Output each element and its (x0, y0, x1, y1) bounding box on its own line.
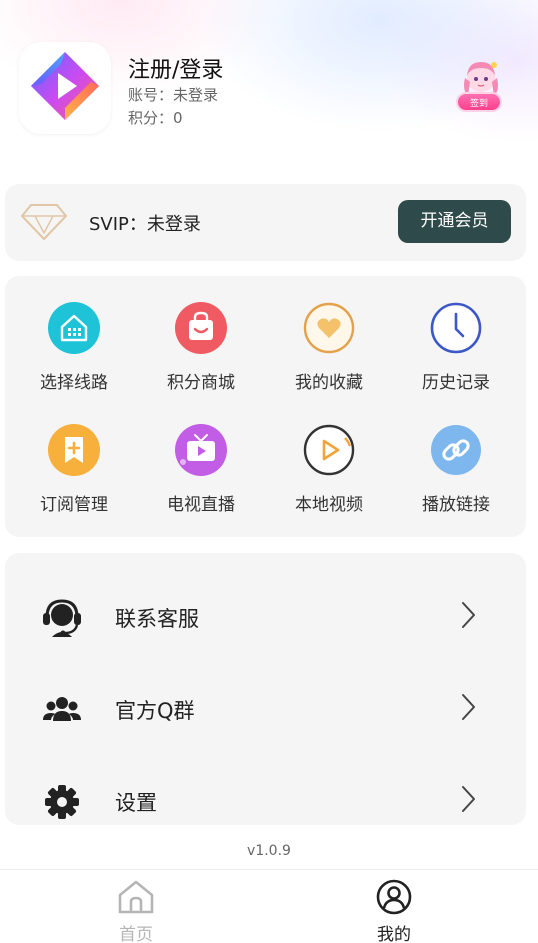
app-logo (19, 42, 111, 134)
select-route-icon (48, 302, 100, 354)
feature-label: 我的收藏 (295, 373, 363, 393)
feature-play-link[interactable]: 播放链接 (390, 424, 520, 534)
feature-grid: 选择线路 积分商城 我的收藏 历史记录 订阅管理 电视直播 本地视频 播放链接 (5, 276, 526, 537)
feature-history[interactable]: 历史记录 (390, 302, 520, 412)
feature-select-route[interactable]: 选择线路 (8, 302, 138, 412)
feature-label: 电视直播 (167, 495, 235, 515)
favorites-icon (303, 302, 355, 354)
diamond-icon (21, 204, 67, 240)
feature-label: 历史记录 (422, 373, 490, 393)
tv-live-icon (175, 424, 227, 476)
menu-item-official-group[interactable]: 官方Q群 (5, 661, 526, 753)
profile-icon (376, 879, 412, 915)
menu-item-settings[interactable]: 设置 (5, 753, 526, 845)
feature-points-mall[interactable]: 积分商城 (135, 302, 265, 412)
customer-service-icon (43, 599, 81, 637)
nav-mine[interactable]: 我的 (294, 870, 494, 943)
feature-local-video[interactable]: 本地视频 (263, 424, 393, 534)
svip-card: SVIP：未登录 开通会员 (5, 184, 526, 261)
history-icon (430, 302, 482, 354)
local-video-icon (303, 424, 355, 476)
chevron-right-icon (462, 786, 475, 812)
feature-label: 积分商城 (167, 373, 235, 393)
menu-item-label: 设置 (115, 791, 157, 815)
feature-subscription[interactable]: 订阅管理 (8, 424, 138, 534)
bottom-nav: 首页 我的 (0, 869, 538, 943)
subscription-icon (48, 424, 100, 476)
menu-list: 联系客服 官方Q群 设置 (5, 553, 526, 825)
nav-home-label: 首页 (119, 925, 153, 943)
settings-icon (45, 785, 79, 819)
account-status: 账号：未登录 (128, 86, 219, 104)
chevron-right-icon (462, 602, 475, 628)
app-version: v1.0.9 (247, 843, 291, 859)
signin-label: 签到 (456, 92, 502, 112)
feature-label: 订阅管理 (40, 495, 108, 515)
signin-button[interactable]: 签到 (448, 56, 514, 120)
feature-tv-live[interactable]: 电视直播 (135, 424, 265, 534)
feature-label: 播放链接 (422, 495, 490, 515)
open-vip-button[interactable]: 开通会员 (398, 200, 511, 243)
svip-status: SVIP：未登录 (89, 214, 201, 235)
points-mall-icon (175, 302, 227, 354)
feature-favorites[interactable]: 我的收藏 (263, 302, 393, 412)
points-status: 积分：0 (128, 109, 183, 127)
chevron-right-icon (462, 694, 475, 720)
menu-item-label: 联系客服 (115, 607, 199, 631)
home-icon (118, 880, 154, 914)
nav-home[interactable]: 首页 (36, 870, 236, 943)
play-link-icon (431, 425, 481, 475)
login-register-title[interactable]: 注册/登录 (128, 52, 223, 84)
feature-label: 选择线路 (40, 373, 108, 393)
menu-item-label: 官方Q群 (115, 699, 195, 723)
menu-item-customer-service[interactable]: 联系客服 (5, 569, 526, 661)
group-icon (43, 697, 81, 721)
nav-mine-label: 我的 (377, 925, 411, 943)
feature-label: 本地视频 (295, 495, 363, 515)
